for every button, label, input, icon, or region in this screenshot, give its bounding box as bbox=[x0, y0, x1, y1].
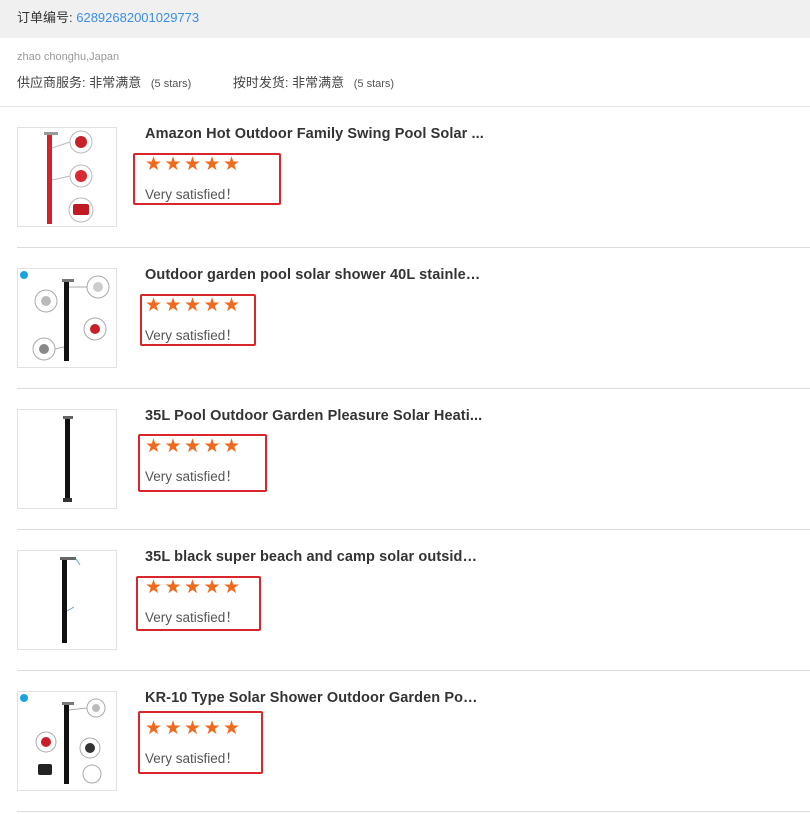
star-icon: ★ bbox=[203, 577, 221, 598]
product-title[interactable]: 35L black super beach and camp solar out… bbox=[145, 549, 485, 565]
product-title[interactable]: KR-10 Type Solar Shower Outdoor Garden P… bbox=[145, 690, 485, 706]
star-icon: ★ bbox=[223, 295, 241, 316]
review-text: Very satisfied！ bbox=[145, 610, 239, 625]
product-thumbnail[interactable] bbox=[17, 268, 117, 368]
red-solar-shower-photo bbox=[44, 130, 94, 224]
star-rating: ★ ★ ★ ★ ★ bbox=[145, 578, 243, 597]
buyer-name: zhao chonghu,Japan bbox=[17, 51, 120, 63]
review-text: Very satisfied！ bbox=[145, 328, 239, 343]
product-review-item: Outdoor garden pool solar shower 40L sta… bbox=[0, 248, 810, 389]
star-icon: ★ bbox=[145, 295, 163, 316]
order-number-label: 订单编号: bbox=[17, 10, 77, 25]
product-title[interactable]: Amazon Hot Outdoor Family Swing Pool Sol… bbox=[145, 126, 485, 142]
supplier-service-label: 供应商服务: bbox=[17, 75, 86, 90]
supplier-service-stars: (5 stars) bbox=[150, 78, 192, 90]
black-solar-shower-photo bbox=[63, 416, 73, 502]
ontime-shipping-value: 非常满意 bbox=[292, 75, 345, 90]
ontime-shipping-label: 按时发货: bbox=[232, 75, 289, 90]
star-icon: ★ bbox=[184, 718, 202, 739]
product-title[interactable]: 35L Pool Outdoor Garden Pleasure Solar H… bbox=[145, 408, 485, 424]
black-solar-shower-photo bbox=[60, 557, 81, 643]
product-review-item: Amazon Hot Outdoor Family Swing Pool Sol… bbox=[0, 107, 810, 248]
star-rating: ★ ★ ★ ★ ★ bbox=[145, 719, 243, 738]
star-icon: ★ bbox=[145, 718, 163, 739]
star-rating: ★ ★ ★ ★ ★ bbox=[145, 437, 243, 456]
star-icon: ★ bbox=[164, 577, 182, 598]
star-icon: ★ bbox=[203, 436, 221, 457]
star-rating: ★ ★ ★ ★ ★ bbox=[145, 155, 243, 174]
star-rating: ★ ★ ★ ★ ★ bbox=[145, 296, 243, 315]
ontime-shipping-rating: 按时发货: 非常满意 (5 stars) bbox=[233, 72, 394, 91]
star-icon: ★ bbox=[223, 718, 241, 739]
product-review-item: 35L Pool Outdoor Garden Pleasure Solar H… bbox=[0, 389, 810, 530]
order-header: 订单编号: 62892682001029773 bbox=[0, 0, 810, 38]
product-thumbnail[interactable] bbox=[17, 550, 117, 650]
buyer-feedback: zhao chonghu,Japan 供应商服务: 非常满意 (5 stars)… bbox=[17, 51, 394, 91]
product-title[interactable]: Outdoor garden pool solar shower 40L sta… bbox=[145, 267, 485, 283]
product-review-item: 35L black super beach and camp solar out… bbox=[0, 530, 810, 671]
star-icon: ★ bbox=[203, 295, 221, 316]
product-thumbnail[interactable] bbox=[17, 409, 117, 509]
star-icon: ★ bbox=[164, 154, 182, 175]
order-number-link[interactable]: 62892682001029773 bbox=[76, 10, 199, 25]
star-icon: ★ bbox=[184, 436, 202, 457]
star-icon: ★ bbox=[203, 154, 221, 175]
review-text: Very satisfied！ bbox=[145, 469, 239, 484]
star-icon: ★ bbox=[203, 718, 221, 739]
star-icon: ★ bbox=[145, 577, 163, 598]
product-thumbnail[interactable] bbox=[17, 691, 117, 791]
product-thumbnail[interactable] bbox=[17, 127, 117, 227]
black-solar-shower-photo bbox=[20, 271, 110, 361]
star-icon: ★ bbox=[223, 436, 241, 457]
ontime-shipping-stars: (5 stars) bbox=[353, 78, 395, 90]
star-icon: ★ bbox=[223, 577, 241, 598]
star-icon: ★ bbox=[145, 154, 163, 175]
star-icon: ★ bbox=[145, 436, 163, 457]
star-icon: ★ bbox=[164, 295, 182, 316]
supplier-service-value: 非常满意 bbox=[89, 75, 142, 90]
black-solar-shower-photo bbox=[20, 694, 106, 784]
star-icon: ★ bbox=[223, 154, 241, 175]
star-icon: ★ bbox=[164, 436, 182, 457]
star-icon: ★ bbox=[184, 577, 202, 598]
seller-ratings: 供应商服务: 非常满意 (5 stars) 按时发货: 非常满意 (5 star… bbox=[17, 72, 394, 91]
star-icon: ★ bbox=[184, 154, 202, 175]
star-icon: ★ bbox=[184, 295, 202, 316]
supplier-service-rating: 供应商服务: 非常满意 (5 stars) bbox=[17, 72, 191, 91]
review-text: Very satisfied！ bbox=[145, 187, 239, 202]
item-divider bbox=[17, 811, 810, 812]
product-review-item: KR-10 Type Solar Shower Outdoor Garden P… bbox=[0, 671, 810, 812]
star-icon: ★ bbox=[164, 718, 182, 739]
review-text: Very satisfied！ bbox=[145, 751, 239, 766]
